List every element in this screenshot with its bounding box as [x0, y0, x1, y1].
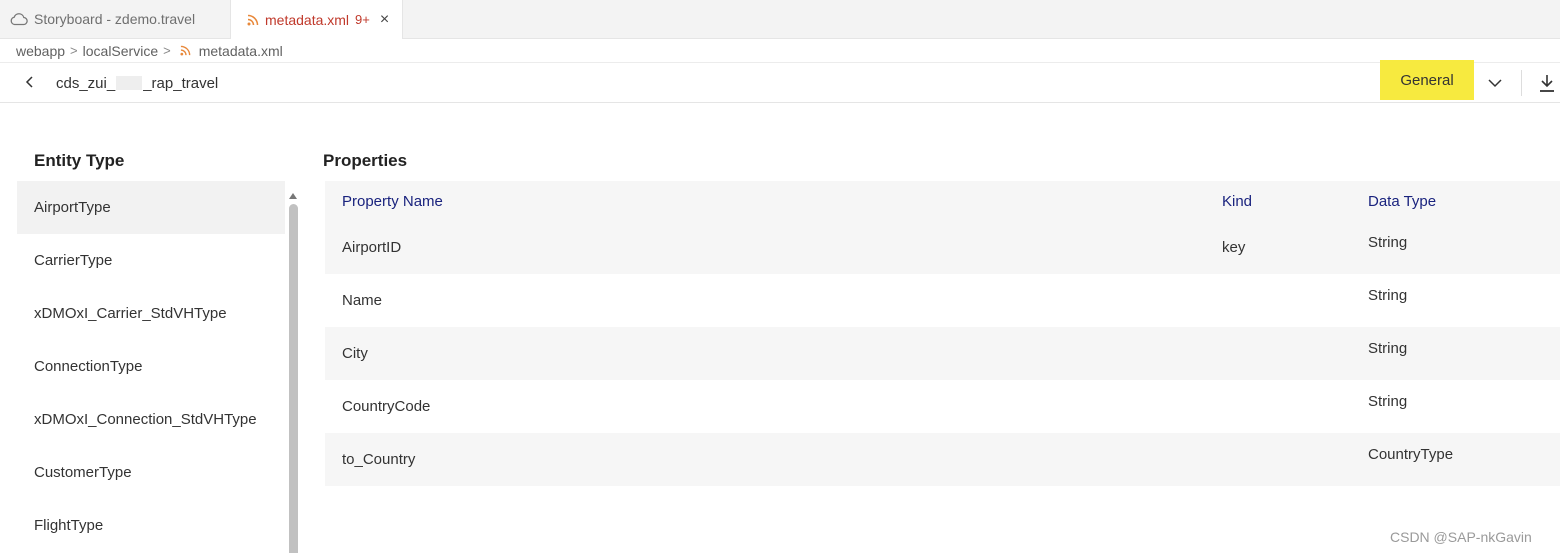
- entity-item-connectiontype[interactable]: ConnectionType: [17, 340, 285, 393]
- property-kind-cell: key: [1222, 239, 1246, 256]
- scroll-up-arrow-icon[interactable]: [289, 187, 297, 199]
- close-icon[interactable]: ×: [380, 11, 389, 29]
- table-row[interactable]: CountryCode String: [325, 380, 1560, 433]
- property-name-cell: Name: [342, 292, 383, 309]
- entity-item-airporttype[interactable]: AirportType: [17, 181, 285, 234]
- breadcrumb-item-webapp[interactable]: webapp: [16, 43, 65, 59]
- entity-type-list: AirportType CarrierType xDMOxI_Carrier_S…: [17, 181, 285, 552]
- service-title: cds_zui_ _rap_travel: [56, 75, 218, 92]
- table-header-row: Property Name Kind Data Type: [325, 181, 1560, 221]
- chevron-right-icon: >: [163, 43, 171, 58]
- entity-item-connection-stdvh[interactable]: xDMOxI_Connection_StdVHType: [17, 393, 285, 446]
- service-title-prefix: cds_zui_: [56, 75, 116, 92]
- property-name-cell: CountryCode: [342, 398, 431, 415]
- table-row[interactable]: to_Country CountryType: [325, 433, 1560, 486]
- column-header-kind[interactable]: Kind: [1222, 181, 1252, 221]
- property-type-cell: String: [1368, 393, 1408, 410]
- entity-type-heading: Entity Type: [34, 151, 125, 170]
- entity-item-customertype[interactable]: CustomerType: [17, 446, 285, 499]
- entity-item-carriertype[interactable]: CarrierType: [17, 234, 285, 287]
- property-name-cell: City: [342, 345, 368, 362]
- properties-heading: Properties: [323, 151, 408, 170]
- properties-table: Property Name Kind Data Type AirportID k…: [325, 181, 1560, 486]
- table-row[interactable]: City String: [325, 327, 1560, 380]
- property-type-cell: String: [1368, 234, 1408, 251]
- breadcrumb-item-localservice[interactable]: localService: [83, 43, 158, 59]
- property-type-cell: CountryType: [1368, 446, 1454, 463]
- property-name-cell: AirportID: [342, 239, 402, 256]
- cloud-icon: [10, 12, 28, 26]
- rss-icon: [247, 14, 259, 26]
- breadcrumb-item-metadata[interactable]: metadata.xml: [199, 43, 283, 59]
- editor-tab-bar: Storyboard - zdemo.travel metadata.xml 9…: [0, 0, 1560, 39]
- tab-storyboard[interactable]: Storyboard - zdemo.travel: [0, 0, 230, 38]
- chevron-right-icon: >: [70, 43, 78, 58]
- service-title-suffix: _rap_travel: [143, 75, 219, 92]
- service-header: cds_zui_ _rap_travel General: [0, 60, 1560, 103]
- tab-label: metadata.xml: [265, 11, 350, 28]
- property-type-cell: String: [1368, 340, 1408, 357]
- chevron-down-icon[interactable]: [1484, 72, 1506, 94]
- table-row[interactable]: AirportID key String: [325, 221, 1560, 274]
- property-type-cell: String: [1368, 287, 1408, 304]
- entity-item-carrier-stdvh[interactable]: xDMOxI_Carrier_StdVHType: [17, 287, 285, 340]
- table-row[interactable]: Name String: [325, 274, 1560, 327]
- column-header-property-name[interactable]: Property Name: [342, 181, 443, 221]
- entity-item-flighttype[interactable]: FlightType: [17, 499, 285, 552]
- rss-icon: [180, 45, 191, 56]
- problem-count-badge: 9+: [355, 12, 370, 27]
- download-icon[interactable]: [1536, 72, 1558, 94]
- general-view-button[interactable]: General: [1380, 60, 1474, 100]
- column-header-data-type[interactable]: Data Type: [1368, 181, 1436, 221]
- redacted-text: [116, 76, 143, 90]
- property-name-cell: to_Country: [342, 451, 416, 468]
- scrollbar-thumb[interactable]: [289, 204, 298, 553]
- toolbar-divider: [1521, 70, 1522, 96]
- tab-metadata-xml[interactable]: metadata.xml 9+ ×: [230, 0, 403, 39]
- breadcrumb: webapp > localService > metadata.xml: [0, 39, 1560, 63]
- back-arrow-icon[interactable]: [20, 72, 40, 92]
- watermark-text: CSDN @SAP-nkGavin: [1390, 529, 1532, 545]
- tab-label: Storyboard - zdemo.travel: [34, 11, 196, 27]
